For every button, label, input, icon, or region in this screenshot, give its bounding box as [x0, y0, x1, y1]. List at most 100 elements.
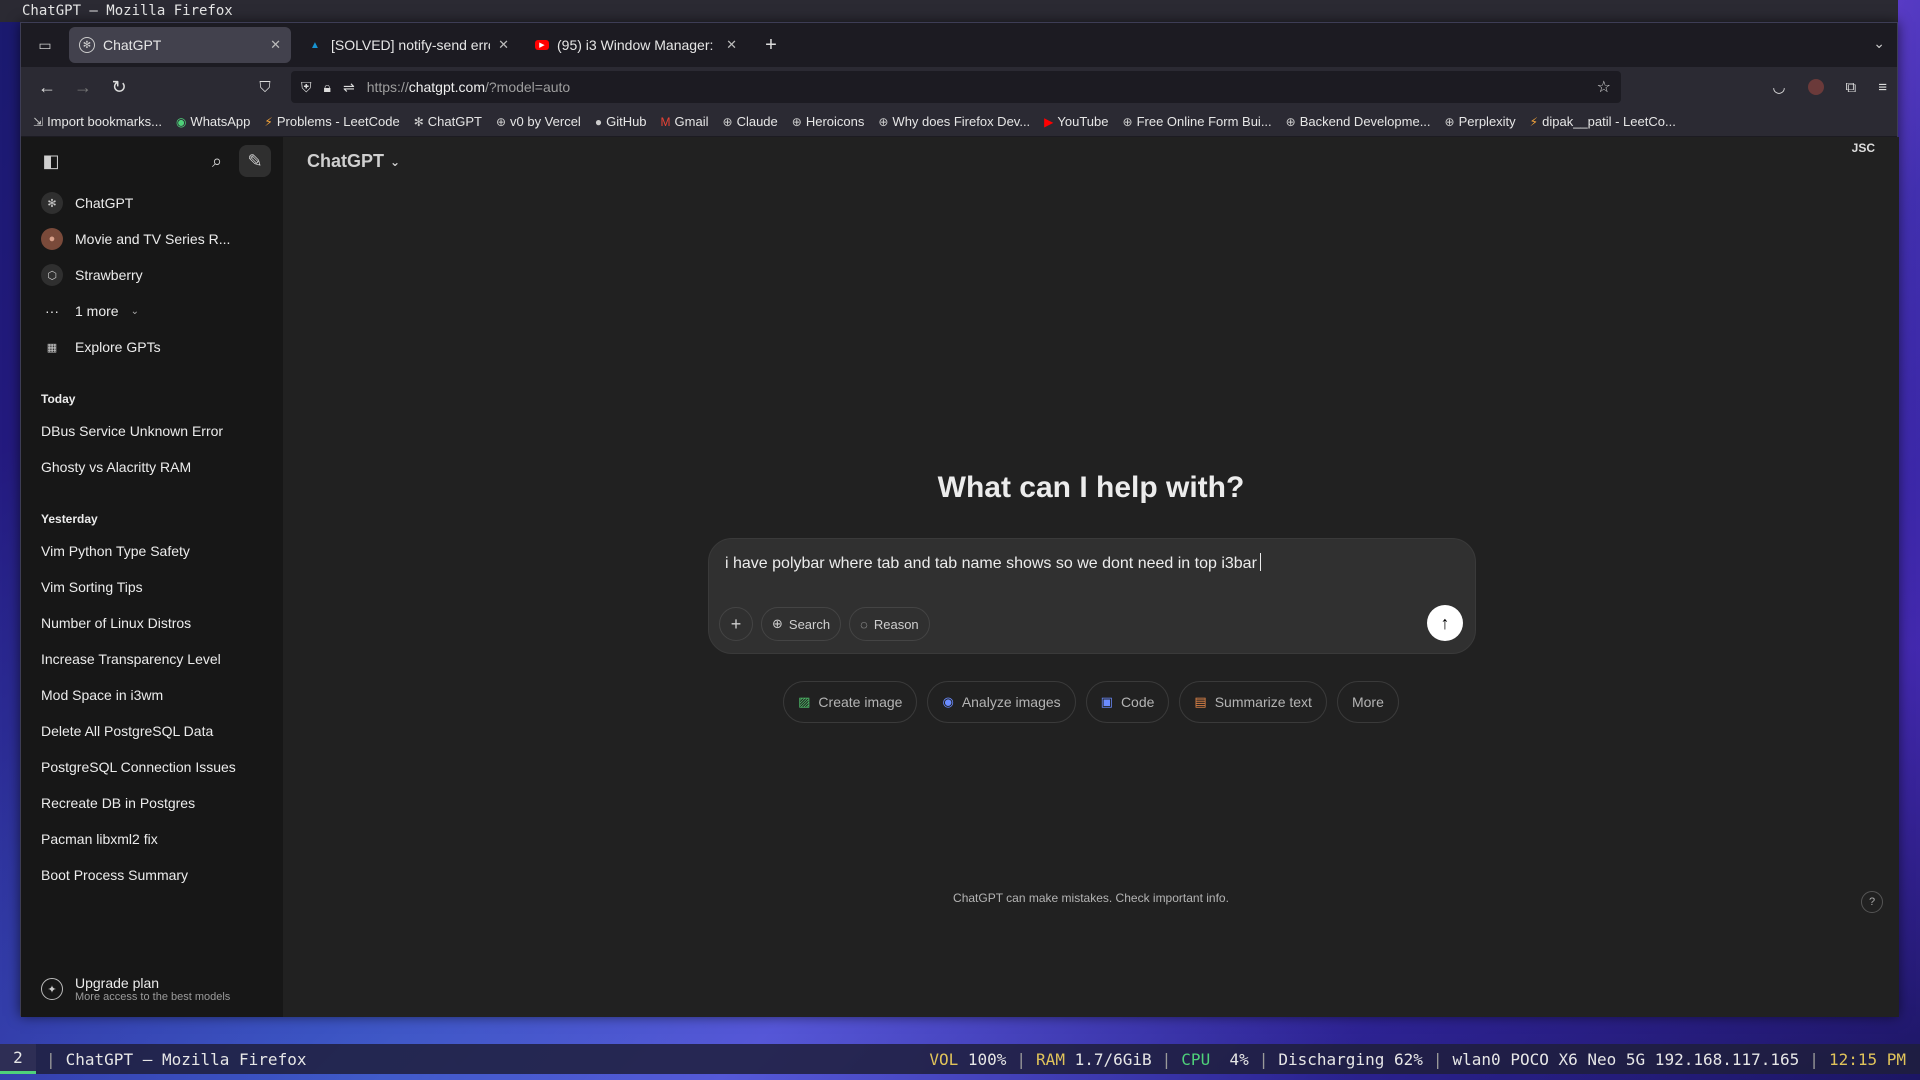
- bookmark-manager-icon[interactable]: ⛉: [247, 79, 283, 96]
- workspace-indicator[interactable]: 2: [0, 1044, 36, 1074]
- conversation-item[interactable]: Boot Process Summary: [21, 857, 283, 893]
- suggestion-chip[interactable]: ▣ Code: [1085, 681, 1170, 723]
- close-icon[interactable]: ✕: [270, 37, 281, 53]
- more-gpts-button[interactable]: ··· 1 more ⌄: [21, 293, 283, 329]
- whatsapp-icon: ◉: [175, 114, 187, 129]
- attach-button[interactable]: +: [719, 607, 753, 641]
- sidebar-gpt-item[interactable]: ⬡ Strawberry: [21, 257, 283, 293]
- send-button[interactable]: ↑: [1427, 605, 1463, 641]
- suggestion-label: Create image: [818, 694, 903, 710]
- url-bar[interactable]: ⛨ 🔒︎ ⇌ https://chatgpt.com/?model=auto ☆: [291, 71, 1621, 103]
- tab-list-icon[interactable]: ▭: [27, 30, 63, 60]
- ram-label: RAM: [1036, 1049, 1065, 1069]
- model-selector[interactable]: ChatGPT ⌄: [307, 151, 400, 172]
- conversation-item[interactable]: Vim Python Type Safety: [21, 533, 283, 569]
- new-tab-button[interactable]: +: [757, 34, 785, 57]
- globe-icon: ⊕: [791, 114, 802, 129]
- profile-avatar[interactable]: [1807, 79, 1824, 95]
- globe-icon: ⊕: [1122, 114, 1133, 129]
- close-icon[interactable]: ✕: [726, 37, 737, 53]
- reload-icon[interactable]: ↻: [101, 77, 137, 98]
- forward-icon[interactable]: →: [65, 77, 101, 98]
- conversation-item[interactable]: Mod Space in i3wm: [21, 677, 283, 713]
- conversation-item[interactable]: Pacman libxml2 fix: [21, 821, 283, 857]
- network-status: wlan0 POCO X6 Neo 5G 192.168.117.165: [1452, 1049, 1800, 1069]
- sidebar-gpt-item[interactable]: ✻ ChatGPT: [21, 185, 283, 221]
- chatgpt-page: ◧ ⌕ ✎ ✻ ChatGPT ● Movie and TV Series R... ⬡…: [21, 137, 1899, 1017]
- chatgpt-favicon-icon: ✻: [79, 37, 95, 53]
- polybar-modules: VOL 100% | RAM 1.7/6GiB | CPU 4% | Disch…: [929, 1050, 1906, 1069]
- ellipsis-icon: ···: [45, 303, 59, 319]
- bookmark-item[interactable]: ⇲ Import bookmarks...: [33, 114, 162, 129]
- bookmark-item[interactable]: ✻ ChatGPT: [414, 114, 482, 129]
- url-text[interactable]: https://chatgpt.com/?model=auto: [367, 79, 571, 95]
- bookmark-item[interactable]: ⊕ Backend Developme...: [1286, 114, 1431, 129]
- conversation-item[interactable]: PostgreSQL Connection Issues: [21, 749, 283, 785]
- arrow-up-icon: ↑: [1440, 612, 1450, 633]
- image-icon: ▨: [798, 694, 811, 709]
- bookmark-item[interactable]: ⊕ Heroicons: [792, 114, 865, 129]
- bookmark-item[interactable]: M Gmail: [661, 114, 709, 129]
- suggestion-chip[interactable]: ▨ Create image: [783, 681, 918, 723]
- bookmark-item[interactable]: ⊕ Perplexity: [1445, 114, 1516, 129]
- chevron-down-icon[interactable]: ⌄: [1873, 35, 1885, 52]
- reason-button[interactable]: ◌ Reason: [849, 607, 930, 641]
- conversation-item[interactable]: DBus Service Unknown Error: [21, 413, 283, 449]
- github-icon: ●: [594, 114, 603, 129]
- bookmark-item[interactable]: ● GitHub: [595, 114, 647, 129]
- pocket-icon[interactable]: ◡: [1772, 78, 1785, 96]
- sidebar-toggle-icon[interactable]: ◧: [35, 145, 67, 177]
- suggestion-chip[interactable]: ◉ Analyze images: [927, 681, 1076, 723]
- main-area: ChatGPT ⌄ JSC What can I help with? i ha…: [283, 137, 1899, 1017]
- conversation-item[interactable]: Delete All PostgreSQL Data: [21, 713, 283, 749]
- leetcode-icon: ⚡︎: [264, 114, 273, 129]
- sidebar-gpt-item[interactable]: ● Movie and TV Series R...: [21, 221, 283, 257]
- bookmark-item[interactable]: ◉ WhatsApp: [176, 114, 250, 129]
- explore-gpts-button[interactable]: ▦ Explore GPTs: [21, 329, 283, 365]
- conversation-item[interactable]: Recreate DB in Postgres: [21, 785, 283, 821]
- message-composer[interactable]: i have polybar where tab and tab name sh…: [708, 538, 1476, 654]
- bookmark-label: Free Online Form Bui...: [1136, 114, 1272, 129]
- menu-icon[interactable]: ≡: [1878, 79, 1887, 96]
- separator: |: [1258, 1049, 1269, 1069]
- conversation-item[interactable]: Ghosty vs Alacritty RAM: [21, 449, 283, 485]
- search-label: Search: [788, 616, 831, 632]
- extensions-icon[interactable]: ⧉: [1846, 79, 1857, 96]
- profile-initials[interactable]: JSC: [1852, 141, 1875, 155]
- tab-notify-send[interactable]: ▲ [SOLVED] notify-send error ✕: [297, 27, 519, 63]
- bookmark-item[interactable]: ⊕ Free Online Form Bui...: [1123, 114, 1272, 129]
- close-icon[interactable]: ✕: [498, 37, 509, 53]
- bookmark-item[interactable]: ⊕ Claude: [723, 114, 778, 129]
- conversation-item[interactable]: Number of Linux Distros: [21, 605, 283, 641]
- bookmark-item[interactable]: ⚡︎ dipak__patil - LeetCo...: [1530, 114, 1676, 129]
- bookmark-label: ChatGPT: [427, 114, 482, 129]
- plus-icon: +: [730, 613, 742, 634]
- bookmark-label: Import bookmarks...: [47, 114, 162, 129]
- bookmark-item[interactable]: ▶ YouTube: [1044, 114, 1108, 129]
- shield-icon[interactable]: ⛨: [301, 79, 312, 96]
- help-button[interactable]: ?: [1861, 891, 1883, 913]
- lock-icon[interactable]: 🔒︎: [324, 79, 331, 96]
- reason-label: Reason: [873, 616, 919, 632]
- search-button[interactable]: ⊕ Search: [761, 607, 842, 641]
- upgrade-plan-button[interactable]: ✦ Upgrade plan More access to the best m…: [21, 975, 283, 1003]
- bookmark-item[interactable]: ⊕ v0 by Vercel: [496, 114, 581, 129]
- suggestion-chip[interactable]: More: [1336, 681, 1399, 723]
- tab-chatgpt[interactable]: ✻ ChatGPT ✕: [69, 27, 291, 63]
- back-icon[interactable]: ←: [29, 77, 65, 98]
- composer-input[interactable]: i have polybar where tab and tab name sh…: [725, 553, 1261, 573]
- model-name: ChatGPT: [307, 151, 385, 171]
- tab-i3-youtube[interactable]: ▶ (95) i3 Window Manager: F ✕: [525, 27, 747, 63]
- conversation-item[interactable]: Increase Transparency Level: [21, 641, 283, 677]
- conversation-item[interactable]: Vim Sorting Tips: [21, 569, 283, 605]
- globe-icon: ⊕: [1285, 114, 1296, 129]
- suggestion-chip[interactable]: ▤ Summarize text: [1179, 681, 1327, 723]
- bookmark-item[interactable]: ⊕ Why does Firefox Dev...: [878, 114, 1030, 129]
- permissions-icon[interactable]: ⇌: [343, 79, 355, 96]
- new-chat-icon[interactable]: ✎: [239, 145, 271, 177]
- star-icon[interactable]: ☆: [1597, 77, 1611, 97]
- volume-value[interactable]: 100%: [968, 1050, 1007, 1069]
- search-icon[interactable]: ⌕: [201, 145, 233, 177]
- bookmark-item[interactable]: ⚡︎ Problems - LeetCode: [264, 114, 399, 129]
- history-section-label: Today: [41, 392, 76, 406]
